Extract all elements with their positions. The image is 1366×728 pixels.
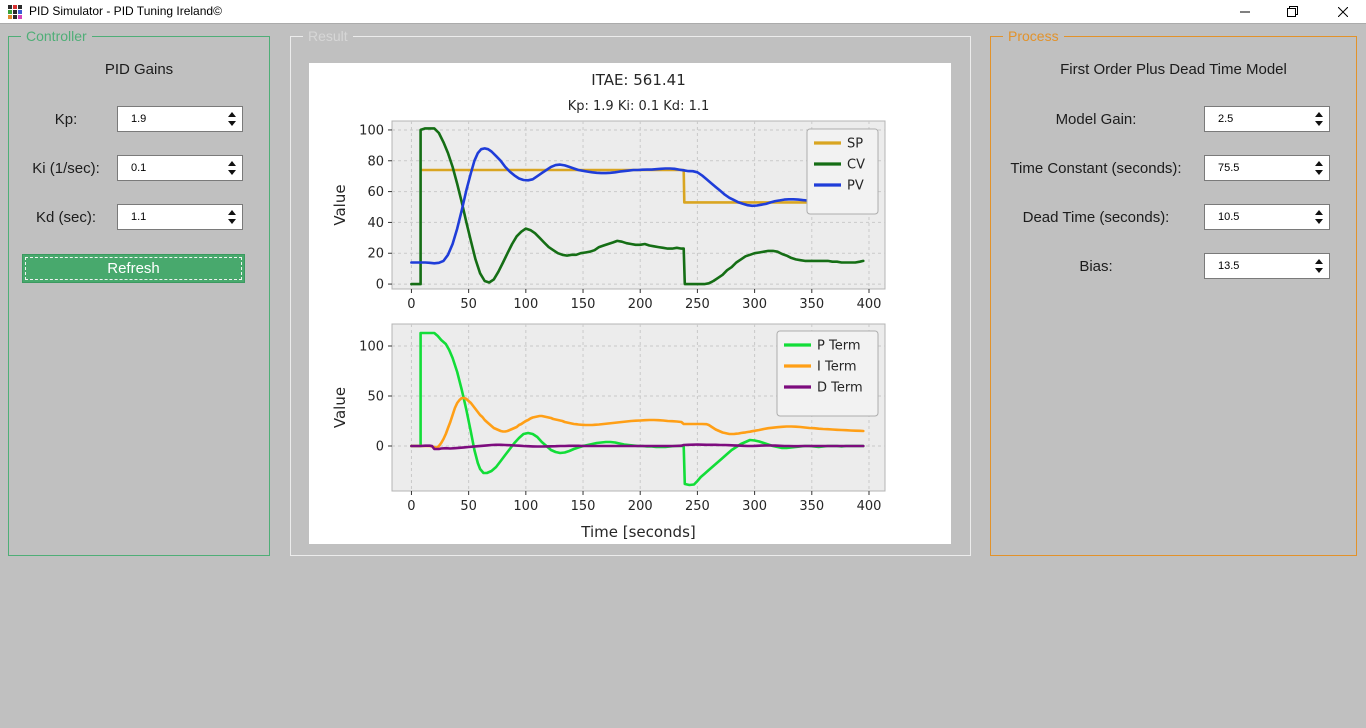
svg-text:350: 350	[799, 297, 824, 312]
svg-text:250: 250	[685, 297, 710, 312]
spin-up-icon[interactable]	[1315, 259, 1323, 264]
svg-text:300: 300	[742, 297, 767, 312]
bias-label: Bias:	[1079, 258, 1113, 275]
svg-text:Value: Value	[331, 184, 349, 225]
chart-title: ITAE: 561.41	[591, 71, 686, 89]
ki-spinner-arrows[interactable]	[225, 156, 239, 180]
svg-text:250: 250	[685, 499, 710, 514]
time-constant-spinbox[interactable]: 75.5	[1204, 155, 1330, 181]
svg-text:Time [seconds]: Time [seconds]	[580, 523, 696, 541]
svg-text:300: 300	[742, 499, 767, 514]
dead-time-label: Dead Time (seconds):	[1022, 209, 1170, 226]
dead-time-value: 10.5	[1218, 211, 1240, 223]
svg-text:100: 100	[359, 123, 384, 138]
result-figure: ITAE: 561.41 Kp: 1.9 Ki: 0.1 Kd: 1.1 0 50…	[309, 63, 951, 544]
process-groupbox: Process First Order Plus Dead Time Model…	[990, 28, 1357, 556]
spin-down-icon[interactable]	[1315, 268, 1323, 273]
spin-down-icon[interactable]	[1315, 219, 1323, 224]
refresh-button-label: Refresh	[107, 260, 160, 277]
svg-text:200: 200	[628, 499, 653, 514]
svg-text:350: 350	[799, 499, 824, 514]
svg-text:0: 0	[407, 297, 415, 312]
svg-text:0: 0	[376, 278, 384, 293]
dead-time-spinbox[interactable]: 10.5	[1204, 204, 1330, 230]
svg-text:150: 150	[571, 499, 596, 514]
svg-text:0: 0	[376, 440, 384, 455]
spin-up-icon[interactable]	[228, 210, 236, 215]
spin-up-icon[interactable]	[1315, 112, 1323, 117]
svg-text:50: 50	[460, 297, 477, 312]
result-groupbox: Result ITAE: 561.41 Kp: 1.9 Ki: 0.1 Kd: …	[290, 28, 971, 556]
controller-frame-label: Controller	[21, 28, 92, 45]
svg-text:200: 200	[628, 297, 653, 312]
bias-spinbox[interactable]: 13.5	[1204, 253, 1330, 279]
svg-text:SP: SP	[847, 137, 863, 152]
pid-gains-title: PID Gains	[104, 61, 174, 78]
spin-down-icon[interactable]	[228, 219, 236, 224]
app-window: PID Simulator - PID Tuning Ireland© Cont…	[0, 0, 1366, 728]
svg-text:150: 150	[571, 297, 596, 312]
time-constant-value: 75.5	[1218, 162, 1240, 174]
result-frame-label: Result	[303, 28, 353, 45]
svg-text:D Term: D Term	[817, 381, 863, 396]
ki-spinbox[interactable]: 0.1	[117, 155, 243, 181]
svg-text:PV: PV	[847, 179, 864, 194]
spin-down-icon[interactable]	[228, 170, 236, 175]
restore-button[interactable]	[1269, 0, 1315, 23]
svg-text:P Term: P Term	[817, 339, 860, 354]
kd-value: 1.1	[131, 211, 147, 223]
fopdt-title: First Order Plus Dead Time Model	[1060, 61, 1287, 78]
time-constant-label: Time Constant (seconds):	[1010, 160, 1182, 177]
app-icon	[7, 4, 23, 20]
svg-text:400: 400	[857, 499, 882, 514]
refresh-button[interactable]: Refresh	[22, 254, 245, 283]
svg-text:100: 100	[513, 297, 538, 312]
model-gain-value: 2.5	[1218, 113, 1234, 125]
bias-value: 13.5	[1218, 260, 1240, 272]
svg-text:100: 100	[359, 340, 384, 355]
pid-charts-svg: 0 50 100 150 200 250 300 350 400 0 20 40 60 80 100 Valu…	[331, 120, 886, 541]
svg-text:0: 0	[407, 499, 415, 514]
svg-text:50: 50	[367, 390, 384, 405]
spin-up-icon[interactable]	[1315, 210, 1323, 215]
spin-up-icon[interactable]	[1315, 161, 1323, 166]
minimize-button[interactable]	[1222, 0, 1268, 23]
svg-text:400: 400	[857, 297, 882, 312]
kd-label: Kd (sec):	[35, 209, 96, 226]
spin-down-icon[interactable]	[1315, 121, 1323, 126]
kp-label: Kp:	[54, 111, 78, 128]
svg-text:60: 60	[367, 185, 384, 200]
controller-groupbox: Controller PID Gains Kp: 1.9 Ki (1/sec):…	[8, 28, 270, 556]
kp-spinner-arrows[interactable]	[225, 107, 239, 131]
spin-up-icon[interactable]	[228, 161, 236, 166]
spin-down-icon[interactable]	[228, 121, 236, 126]
svg-text:20: 20	[367, 247, 384, 262]
svg-text:50: 50	[460, 499, 477, 514]
kd-spinbox[interactable]: 1.1	[117, 204, 243, 230]
kp-spinbox[interactable]: 1.9	[117, 106, 243, 132]
chart-subtitle: Kp: 1.9 Ki: 0.1 Kd: 1.1	[567, 99, 710, 114]
window-title: PID Simulator - PID Tuning Ireland©	[29, 4, 222, 18]
process-frame-label: Process	[1003, 28, 1064, 45]
svg-text:100: 100	[513, 499, 538, 514]
bias-spinner-arrows[interactable]	[1312, 254, 1326, 278]
titlebar: PID Simulator - PID Tuning Ireland©	[0, 0, 1366, 24]
close-button[interactable]	[1320, 0, 1366, 23]
kd-spinner-arrows[interactable]	[225, 205, 239, 229]
model-gain-spinbox[interactable]: 2.5	[1204, 106, 1330, 132]
model-gain-label: Model Gain:	[1055, 111, 1137, 128]
spin-down-icon[interactable]	[1315, 170, 1323, 175]
svg-text:Value: Value	[331, 387, 349, 428]
model-gain-spinner-arrows[interactable]	[1312, 107, 1326, 131]
svg-text:I Term: I Term	[817, 360, 856, 375]
dead-time-spinner-arrows[interactable]	[1312, 205, 1326, 229]
svg-text:40: 40	[367, 216, 384, 231]
ki-value: 0.1	[131, 162, 147, 174]
spin-up-icon[interactable]	[228, 112, 236, 117]
svg-text:CV: CV	[847, 158, 865, 173]
ki-label: Ki (1/sec):	[32, 160, 100, 177]
time-constant-spinner-arrows[interactable]	[1312, 156, 1326, 180]
kp-value: 1.9	[131, 113, 147, 125]
svg-text:80: 80	[367, 154, 384, 169]
